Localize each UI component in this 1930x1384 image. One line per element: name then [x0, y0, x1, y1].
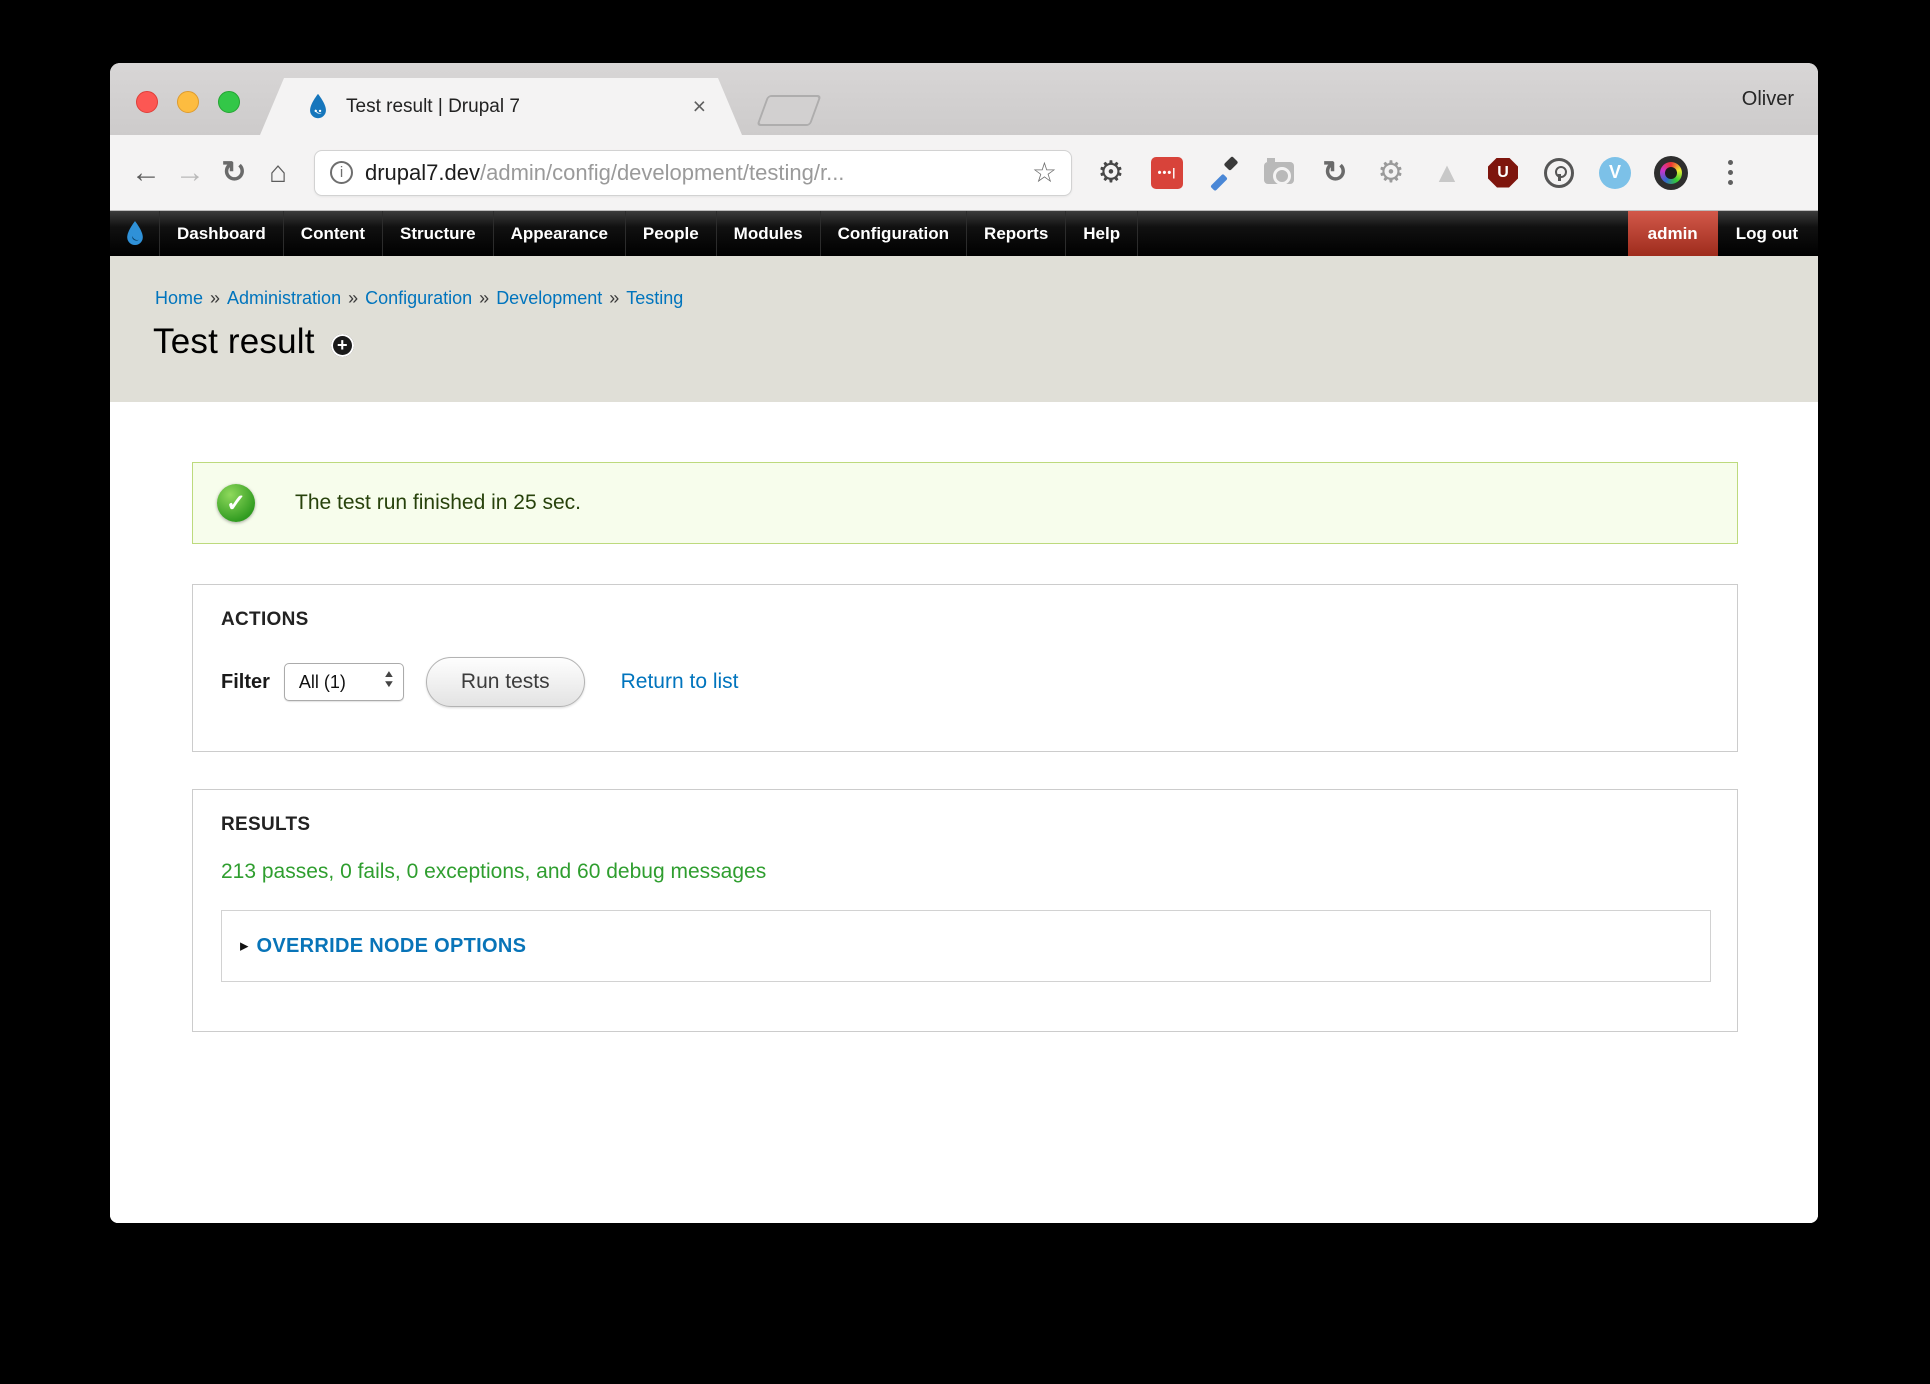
actions-fieldset: ACTIONS Filter All (1) ▲ ▼ Run tests Ret… — [192, 584, 1738, 752]
url-text[interactable]: drupal7.dev/admin/config/development/tes… — [365, 160, 1032, 186]
drupal-admin-toolbar: Dashboard Content Structure Appearance P… — [110, 211, 1818, 256]
forward-icon[interactable]: → — [168, 156, 212, 190]
screenshot-camera-icon[interactable] — [1262, 156, 1296, 190]
camera-lens-icon[interactable] — [1654, 156, 1688, 190]
filter-select-value: All (1) — [299, 672, 346, 693]
eyedropper-icon[interactable] — [1206, 156, 1240, 190]
actions-legend: ACTIONS — [221, 609, 1737, 631]
browser-tab[interactable]: Test result | Drupal 7 × — [260, 78, 742, 135]
override-node-options-link[interactable]: OVERRIDE NODE OPTIONS — [257, 935, 527, 958]
contextual-add-icon[interactable]: + — [331, 334, 354, 357]
new-tab-button[interactable] — [756, 95, 821, 126]
v-badge-icon[interactable]: V — [1598, 156, 1632, 190]
toolbar-item-configuration[interactable]: Configuration — [821, 211, 967, 256]
page-title: Test result — [153, 322, 315, 362]
back-icon[interactable]: ← — [124, 156, 168, 190]
gray-gear-icon[interactable]: ⚙ — [1374, 156, 1408, 190]
breadcrumb-administration[interactable]: Administration — [227, 288, 341, 308]
browser-menu-icon[interactable] — [1728, 160, 1733, 185]
breadcrumb: Home»Administration»Configuration»Develo… — [155, 288, 683, 309]
navigation-toolbar: ← → ↻ ⌂ i drupal7.dev/admin/config/devel… — [110, 135, 1818, 211]
home-icon[interactable]: ⌂ — [256, 156, 300, 190]
url-path: /admin/config/development/testing/r... — [480, 160, 844, 185]
onepassword-keyhole-icon[interactable] — [1542, 156, 1576, 190]
refresh-monitor-icon[interactable]: ↻ — [1318, 156, 1352, 190]
breadcrumb-testing[interactable]: Testing — [626, 288, 683, 308]
filter-row: Filter All (1) ▲ ▼ Run tests Return to l… — [221, 657, 1737, 707]
toolbar-spacer — [1138, 211, 1628, 256]
toolbar-item-dashboard[interactable]: Dashboard — [160, 211, 284, 256]
toolbar-user-admin[interactable]: admin — [1628, 211, 1718, 256]
window-minimize-button[interactable] — [177, 91, 199, 113]
browser-profile-name[interactable]: Oliver — [1742, 63, 1794, 135]
page-content: ✓ The test run finished in 25 sec. ACTIO… — [110, 402, 1818, 1223]
window-close-button[interactable] — [136, 91, 158, 113]
breadcrumb-development[interactable]: Development — [496, 288, 602, 308]
page-header: Home»Administration»Configuration»Develo… — [110, 256, 1818, 402]
toolbar-item-structure[interactable]: Structure — [383, 211, 494, 256]
bookmark-star-icon[interactable]: ☆ — [1032, 156, 1057, 189]
return-to-list-link[interactable]: Return to list — [621, 670, 739, 694]
breadcrumb-configuration[interactable]: Configuration — [365, 288, 472, 308]
url-host: drupal7.dev — [365, 160, 480, 185]
results-legend: RESULTS — [221, 814, 1711, 836]
filter-select[interactable]: All (1) ▲ ▼ — [284, 663, 404, 701]
tab-close-icon[interactable]: × — [693, 95, 706, 118]
site-info-icon[interactable]: i — [330, 161, 353, 184]
reload-icon[interactable]: ↻ — [212, 158, 256, 188]
lastpass-icon[interactable]: •••| — [1150, 156, 1184, 190]
run-tests-button[interactable]: Run tests — [426, 657, 585, 707]
extensions-row: ⚙ •••| ↻ ⚙ ▲ U V — [1094, 156, 1753, 190]
ublock-icon[interactable]: U — [1486, 156, 1520, 190]
toolbar-item-help[interactable]: Help — [1066, 211, 1138, 256]
settings-gear-icon[interactable]: ⚙ — [1094, 156, 1128, 190]
toolbar-item-reports[interactable]: Reports — [967, 211, 1066, 256]
results-fieldset: RESULTS 213 passes, 0 fails, 0 exception… — [192, 789, 1738, 1032]
toolbar-item-content[interactable]: Content — [284, 211, 383, 256]
drupal-favicon-icon — [304, 93, 332, 121]
breadcrumb-home[interactable]: Home — [155, 288, 203, 308]
select-stepper-icon: ▲ ▼ — [384, 670, 394, 690]
toolbar-item-people[interactable]: People — [626, 211, 717, 256]
toolbar-logout[interactable]: Log out — [1718, 211, 1818, 256]
status-message-text: The test run finished in 25 sec. — [295, 491, 581, 515]
status-message: ✓ The test run finished in 25 sec. — [192, 462, 1738, 544]
collapsed-arrow-icon: ▸ — [240, 936, 249, 956]
window-zoom-button[interactable] — [218, 91, 240, 113]
override-node-options-fieldset[interactable]: ▸ OVERRIDE NODE OPTIONS — [221, 910, 1711, 982]
toolbar-item-appearance[interactable]: Appearance — [494, 211, 626, 256]
browser-window: Test result | Drupal 7 × Oliver ← → ↻ ⌂ … — [110, 63, 1818, 1223]
title-bar: Test result | Drupal 7 × Oliver — [110, 63, 1818, 135]
traffic-lights — [136, 91, 240, 113]
google-drive-icon[interactable]: ▲ — [1430, 156, 1464, 190]
tab-title: Test result | Drupal 7 — [346, 96, 520, 118]
drupal-home-icon[interactable] — [110, 211, 160, 256]
filter-label: Filter — [221, 671, 270, 694]
address-bar[interactable]: i drupal7.dev/admin/config/development/t… — [314, 150, 1072, 196]
status-check-icon: ✓ — [217, 484, 255, 522]
results-summary: 213 passes, 0 fails, 0 exceptions, and 6… — [221, 860, 1711, 884]
toolbar-item-modules[interactable]: Modules — [717, 211, 821, 256]
